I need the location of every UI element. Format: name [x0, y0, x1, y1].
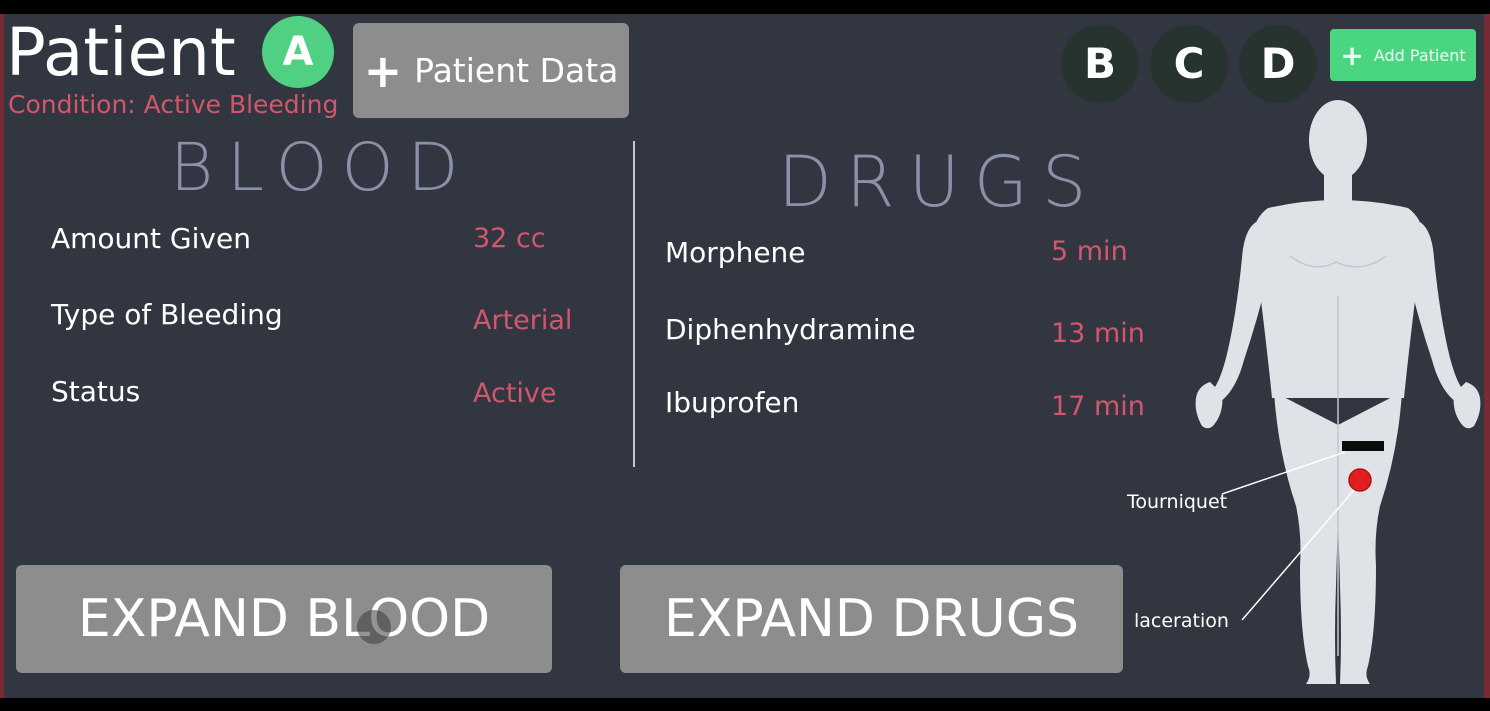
patient-data-button[interactable]: + Patient Data: [353, 23, 629, 118]
drug-row-value: 13 min: [1051, 318, 1145, 349]
patient-b-button[interactable]: B: [1061, 25, 1139, 103]
drug-row-label: Diphenhydramine: [665, 313, 916, 346]
patient-d-button[interactable]: D: [1239, 25, 1317, 103]
expand-drugs-button[interactable]: EXPAND DRUGS: [620, 565, 1123, 673]
add-patient-button[interactable]: + Add Patient: [1330, 29, 1476, 81]
page-title: Patient: [6, 14, 236, 91]
drug-row-value: 5 min: [1051, 236, 1128, 267]
column-divider: [633, 141, 635, 467]
drug-row-value: 17 min: [1051, 391, 1145, 422]
drug-row-label: Morphene: [665, 236, 806, 269]
body-map[interactable]: [1190, 96, 1490, 686]
expand-blood-button[interactable]: EXPAND BLOOD: [16, 565, 552, 673]
tourniquet-marker[interactable]: [1342, 441, 1384, 451]
tourniquet-label: Tourniquet: [1127, 491, 1228, 513]
laceration-marker[interactable]: [1348, 468, 1372, 492]
blood-row-value: 32 cc: [473, 223, 546, 254]
condition-text: Condition: Active Bleeding: [8, 90, 339, 119]
drugs-heading: DRUGS: [778, 141, 1101, 223]
laceration-label: laceration: [1134, 610, 1229, 632]
plus-icon: +: [1340, 38, 1364, 72]
blood-heading: BLOOD: [170, 129, 473, 206]
patient-data-label: Patient Data: [414, 51, 619, 90]
blood-row-value: Active: [473, 378, 557, 409]
add-patient-label: Add Patient: [1373, 45, 1466, 65]
touch-indicator: [357, 610, 391, 644]
active-patient-badge[interactable]: A: [262, 16, 334, 88]
blood-row-label: Status: [51, 375, 141, 408]
drug-row-label: Ibuprofen: [665, 386, 800, 419]
blood-row-label: Amount Given: [51, 222, 251, 255]
plus-icon: +: [363, 43, 403, 98]
blood-row-label: Type of Bleeding: [51, 298, 283, 331]
blood-row-value: Arterial: [473, 305, 573, 336]
patient-c-button[interactable]: C: [1150, 25, 1228, 103]
